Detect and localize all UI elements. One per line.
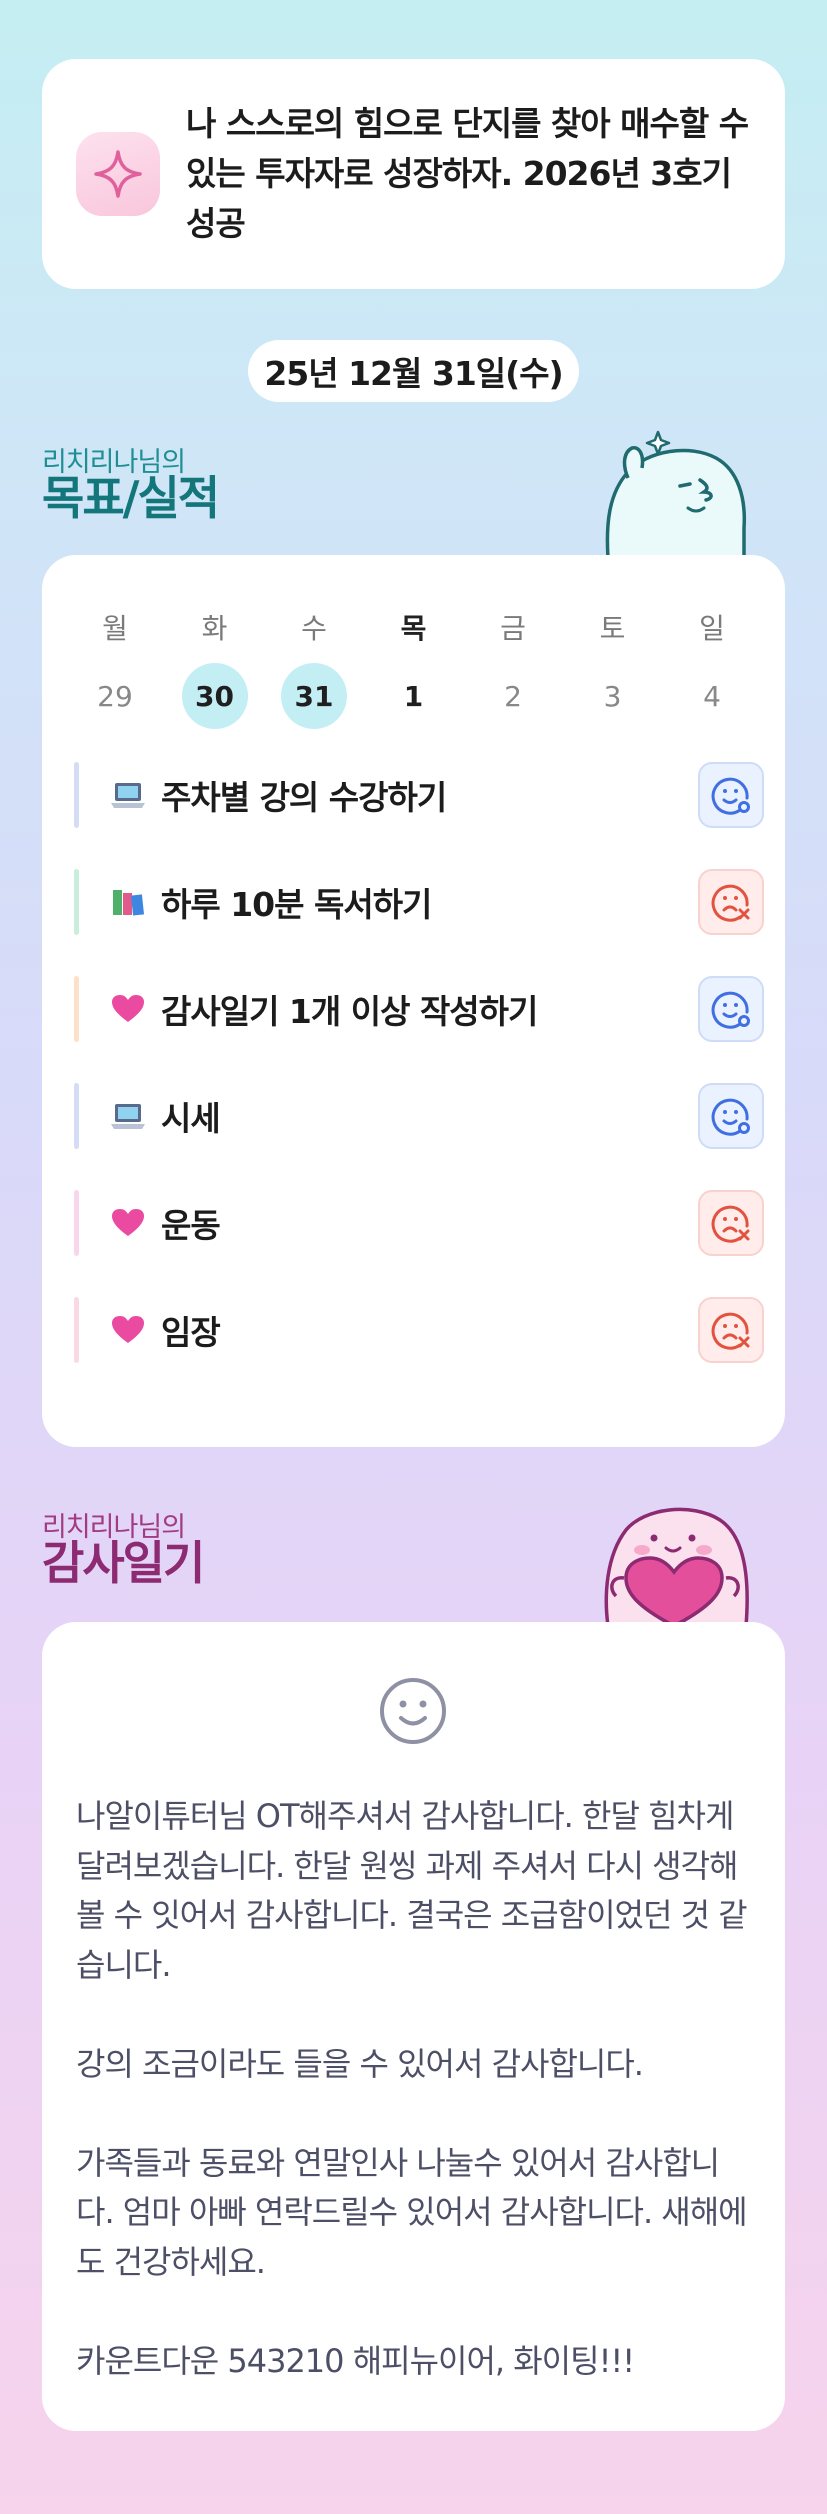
weekday-label: 일: [699, 612, 725, 645]
task-row[interactable]: 운동: [74, 1190, 764, 1256]
task-label: 임장: [161, 1313, 221, 1352]
task-label: 시세: [161, 1099, 221, 1138]
weekday-label: 수: [301, 612, 327, 645]
date-cell[interactable]: 4: [679, 663, 745, 729]
heart-icon: [109, 1311, 147, 1349]
task-color-bar: [74, 1190, 79, 1256]
diary-card: 나알이튜터님 OT해주셔서 감사합니다. 한달 힘차게 달려보겠습니다. 한달 …: [42, 1622, 785, 2431]
weekday-label: 토: [599, 612, 626, 645]
weekday-label-today: 목: [400, 612, 427, 645]
task-row[interactable]: 하루 10분 독서하기: [74, 869, 764, 935]
task-color-bar: [74, 869, 79, 935]
goal-text: 나 스스로의 힘으로 단지를 찾아 매수할 수 있는 투자자로 성장하자. 20…: [186, 104, 749, 243]
laptop-icon: [109, 776, 147, 814]
task-color-bar: [74, 976, 79, 1042]
mascot-pink-illustration: [604, 1507, 749, 1626]
weekday-label: 월: [102, 612, 128, 645]
task-row[interactable]: 시세: [74, 1083, 764, 1149]
weekday-row: 월 화 수 목 금 토 일: [82, 607, 745, 647]
goal-card: 나 스스로의 힘으로 단지를 찾아 매수할 수 있는 투자자로 성장하자. 20…: [42, 59, 785, 289]
status-achieved-icon[interactable]: [698, 1083, 764, 1149]
task-label: 운동: [161, 1206, 221, 1245]
task-color-bar: [74, 762, 79, 828]
date-cell[interactable]: 29: [82, 663, 148, 729]
status-achieved-icon[interactable]: [698, 976, 764, 1042]
mascot-blue-illustration: [605, 430, 747, 558]
task-color-bar: [74, 1297, 79, 1363]
task-label: 하루 10분 독서하기: [161, 885, 432, 924]
date-cell-highlighted[interactable]: 30: [181, 663, 248, 729]
date-cell-highlighted[interactable]: 31: [281, 663, 347, 729]
goals-card: 월 화 수 목 금 토 일 29 30 31 1 2 3 4 주차별 강의 수강…: [42, 555, 785, 1447]
goals-section-title: 목표/실적: [42, 471, 220, 525]
diary-entry-text: 나알이튜터님 OT해주셔서 감사합니다. 한달 힘차게 달려보겠습니다. 한달 …: [76, 1797, 748, 2380]
task-row[interactable]: 감사일기 1개 이상 작성하기: [74, 976, 764, 1042]
date-label[interactable]: 25년 12월 31일(수): [248, 340, 579, 402]
task-color-bar: [74, 1083, 79, 1149]
sparkle-icon: [76, 132, 160, 216]
status-achieved-icon[interactable]: [698, 762, 764, 828]
status-failed-icon[interactable]: [698, 1190, 764, 1256]
status-failed-icon[interactable]: [698, 869, 764, 935]
date-row: 29 30 31 1 2 3 4: [82, 663, 745, 729]
smile-icon: [380, 1678, 446, 1744]
task-row[interactable]: 임장: [74, 1297, 764, 1363]
status-failed-icon[interactable]: [698, 1297, 764, 1363]
task-label: 감사일기 1개 이상 작성하기: [161, 992, 538, 1031]
books-icon: [109, 883, 147, 921]
heart-icon: [109, 990, 147, 1028]
laptop-icon: [109, 1097, 147, 1135]
diary-section-title: 감사일기: [42, 1536, 205, 1590]
date-cell-today[interactable]: 1: [381, 663, 447, 729]
date-cell[interactable]: 2: [480, 663, 546, 729]
heart-icon: [109, 1204, 147, 1242]
date-cell[interactable]: 3: [580, 663, 646, 729]
task-label: 주차별 강의 수강하기: [161, 778, 447, 817]
task-row[interactable]: 주차별 강의 수강하기: [74, 762, 764, 828]
weekday-label: 화: [201, 612, 228, 645]
weekday-label: 금: [500, 612, 526, 645]
